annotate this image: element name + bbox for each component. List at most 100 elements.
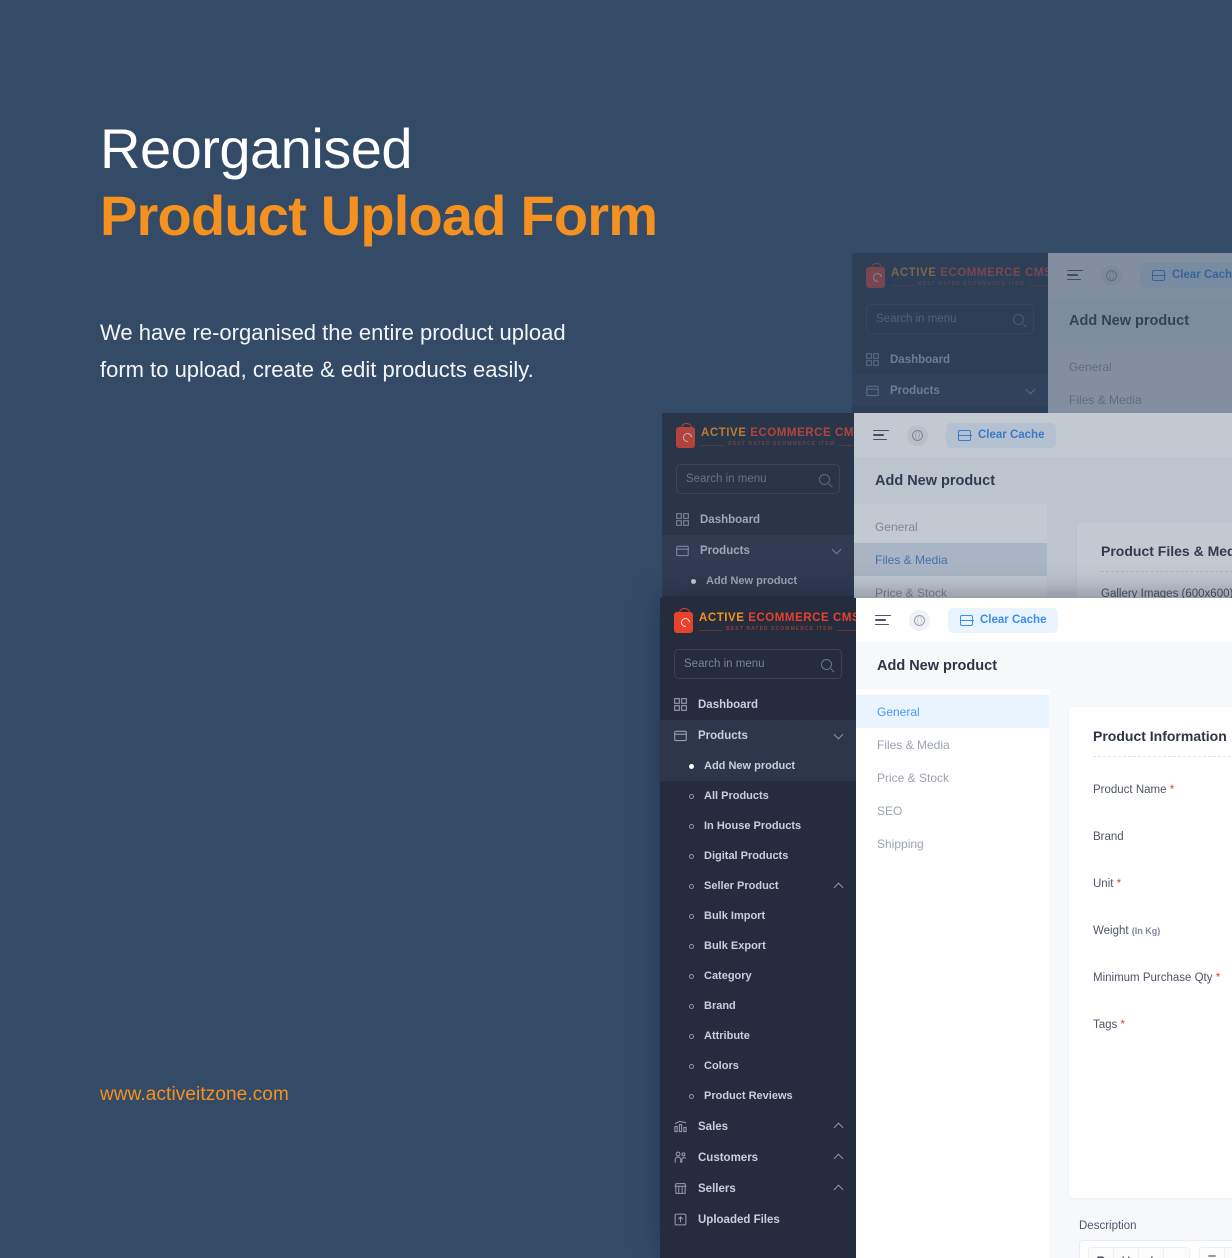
field-row-tags: Tags * Type and hit enter to add a tag <box>1093 1008 1232 1041</box>
sidebar-item-products-back[interactable]: Products <box>852 375 1048 406</box>
sidebar-item-label: Brand <box>704 1000 736 1012</box>
eraser-icon[interactable]: ■ <box>1164 1248 1189 1258</box>
search-icon <box>821 658 832 670</box>
clear-cache-button-back[interactable]: Clear Cache <box>1140 262 1232 288</box>
dot-outline-icon <box>689 913 694 919</box>
topbar-mid: Clear Cache <box>854 413 1232 457</box>
globe-icon[interactable] <box>909 609 930 631</box>
sidebar-item-colors[interactable]: Colors <box>660 1051 856 1081</box>
sidebar-item-product-reviews[interactable]: Product Reviews <box>660 1081 856 1111</box>
sidebar-item-dashboard-mid[interactable]: Dashboard <box>662 504 854 535</box>
label-unit: Unit * <box>1093 877 1122 890</box>
sidebar-item-add-new-product-mid[interactable]: Add New product <box>662 566 854 596</box>
brand-logo-mid[interactable]: ACTIVE ECOMMERCE CMS BEST RATED ECOMMERC… <box>662 413 862 460</box>
tab-files-media-mid[interactable]: Files & Media <box>854 543 1047 576</box>
label-tags: Tags * <box>1093 1018 1125 1031</box>
tab-general-mid[interactable]: General <box>854 510 1047 543</box>
card-title: Product Information <box>1093 728 1227 744</box>
sidebar-item-products-mid[interactable]: Products <box>662 535 854 566</box>
upload-icon <box>674 1213 687 1226</box>
hamburger-icon[interactable] <box>875 614 891 626</box>
search-input-back[interactable]: Search in menu <box>866 304 1034 334</box>
sidebar-item-label: In House Products <box>704 820 802 832</box>
sidebar-item-seller-product[interactable]: Seller Product <box>660 871 856 901</box>
tab-general-back[interactable]: General <box>1048 350 1232 383</box>
sidebar-item-label: Colors <box>704 1060 739 1072</box>
sidebar-label-mid-2: Add New product <box>706 575 798 587</box>
topbar: Clear Cache <box>856 598 1232 642</box>
bold-icon[interactable]: B <box>1089 1248 1114 1258</box>
brand-name-part1: ACTIVE <box>891 267 937 280</box>
tab-price-stock[interactable]: Price & Stock <box>856 761 1049 794</box>
dot-outline-icon <box>689 1003 694 1009</box>
sidebar-item-add-new-product[interactable]: Add New product <box>660 751 856 781</box>
topbar-back: Clear Cache <box>1048 253 1232 297</box>
tab-files-media[interactable]: Files & Media <box>856 728 1049 761</box>
sidebar-item-bulk-import[interactable]: Bulk Import <box>660 901 856 931</box>
database-icon <box>1151 269 1166 281</box>
field-row-unit: Unit * Unit (e.g. KG, Pc etc) <box>1093 867 1232 900</box>
brand-name-part2: ECOMMERCE CMS <box>940 267 1053 280</box>
search-input-mid[interactable]: Search in menu <box>676 464 840 494</box>
clear-cache-label: Clear Cache <box>980 614 1047 626</box>
shopping-bag-icon <box>866 263 885 288</box>
sidebar-item-bulk-export[interactable]: Bulk Export <box>660 931 856 961</box>
sidebar-item-brand[interactable]: Brand <box>660 991 856 1021</box>
unordered-list-icon[interactable]: ☰ <box>1200 1248 1225 1258</box>
sidebar-item-label: Seller Product <box>704 880 779 892</box>
required-marker: * <box>1113 877 1122 890</box>
sidebar-item-customers[interactable]: Customers <box>660 1142 856 1173</box>
globe-icon[interactable] <box>907 424 928 446</box>
dot-outline-icon <box>689 793 694 799</box>
brand-name-part2: ECOMMERCE CMS <box>750 427 863 440</box>
chevron-up-icon <box>833 882 844 892</box>
dot-outline-icon <box>689 1093 694 1099</box>
search-input[interactable]: Search in menu <box>674 649 842 679</box>
field-row-brand: Brand Select Brand <box>1093 820 1232 853</box>
brand-logo[interactable]: ACTIVE ECOMMERCE CMS BEST RATED ECOMMERC… <box>660 598 860 645</box>
website-url[interactable]: www.activeitzone.com <box>100 1084 289 1106</box>
sidebar-item-category[interactable]: Category <box>660 961 856 991</box>
sidebar-item-label: Bulk Export <box>704 940 766 952</box>
sidebar-item-label: Digital Products <box>704 850 789 862</box>
ordered-list-icon[interactable]: ☷ <box>1225 1248 1232 1258</box>
globe-icon[interactable] <box>1101 264 1122 286</box>
sidebar-item-dashboard-back[interactable]: Dashboard <box>852 344 1048 375</box>
underline-icon[interactable]: U <box>1114 1248 1139 1258</box>
weight-unit-hint: (In Kg) <box>1131 925 1161 936</box>
hamburger-icon[interactable] <box>873 429 889 441</box>
tab-shipping[interactable]: Shipping <box>856 827 1049 860</box>
brand-logo-back[interactable]: ACTIVE ECOMMERCE CMS BEST RATED ECOMMERC… <box>852 253 1052 300</box>
sidebar-item-label: Customers <box>698 1151 759 1164</box>
sidebar-item-in-house-products[interactable]: In House Products <box>660 811 856 841</box>
sidebar-item-uploaded-files[interactable]: Uploaded Files <box>660 1204 856 1235</box>
tab-seo[interactable]: SEO <box>856 794 1049 827</box>
clear-cache-label-mid: Clear Cache <box>978 429 1045 441</box>
sidebar-item-sellers[interactable]: Sellers <box>660 1173 856 1204</box>
sidebar-item-dashboard[interactable]: Dashboard <box>660 689 856 720</box>
shopping-bag-icon <box>674 608 693 633</box>
clear-cache-button-mid[interactable]: Clear Cache <box>946 422 1057 448</box>
sidebar-item-label: Category <box>704 970 752 982</box>
editor-toolbar: B U I ■ ☰ ☷ ≡▼ ✨▼ <box>1080 1241 1232 1258</box>
sidebar-item-products[interactable]: Products <box>660 720 856 751</box>
label-minimum-purchase-qty: Minimum Purchase Qty * <box>1093 971 1221 984</box>
tab-general[interactable]: General <box>856 695 1049 728</box>
users-icon <box>674 1151 687 1163</box>
search-placeholder: Search in menu <box>684 658 765 670</box>
italic-icon[interactable]: I <box>1139 1248 1164 1258</box>
dot-outline-icon <box>689 883 694 889</box>
hamburger-icon[interactable] <box>1067 269 1083 281</box>
card-divider <box>1093 756 1232 757</box>
required-marker: * <box>1212 971 1221 984</box>
sidebar-item-sales[interactable]: Sales <box>660 1111 856 1142</box>
description-editor[interactable]: B U I ■ ☰ ☷ ≡▼ ✨▼ <box>1079 1240 1232 1258</box>
sidebar-item-all-products[interactable]: All Products <box>660 781 856 811</box>
clear-cache-label-back: Clear Cache <box>1172 269 1232 281</box>
clear-cache-button[interactable]: Clear Cache <box>948 607 1059 633</box>
sidebar-item-attribute[interactable]: Attribute <box>660 1021 856 1051</box>
sidebar-label-back-0: Dashboard <box>890 353 951 366</box>
label-brand: Brand <box>1093 830 1124 843</box>
tab-files-media-back[interactable]: Files & Media <box>1048 383 1232 416</box>
sidebar-item-digital-products[interactable]: Digital Products <box>660 841 856 871</box>
